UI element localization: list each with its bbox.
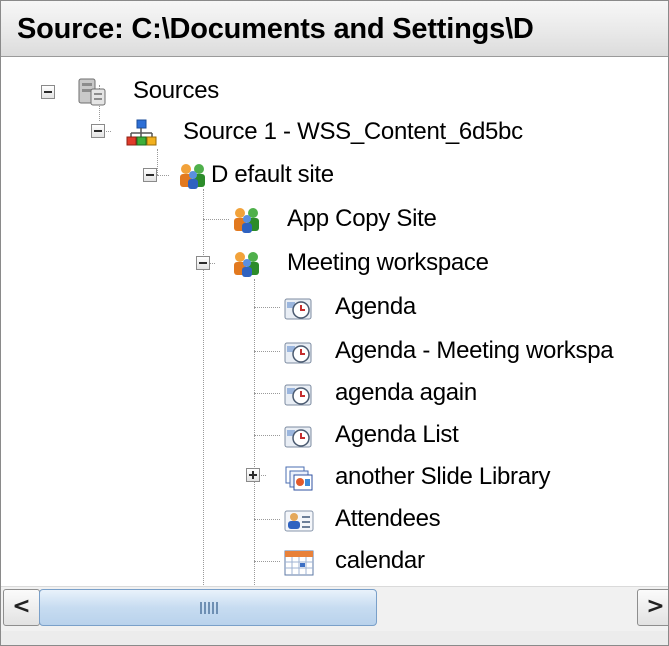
- slide-library-icon: [285, 466, 313, 491]
- scroll-grip-icon: [200, 602, 220, 614]
- panel-header: Source: C:\Documents and Settings\D: [1, 1, 668, 57]
- tree-node-label: Sources: [133, 77, 219, 104]
- source-tree[interactable]: Sources Source 1 - WSS_Content_6d5bc D e…: [1, 57, 668, 585]
- tree-node-label: App Copy Site: [287, 205, 437, 232]
- tree-node-label: Agenda List: [335, 421, 459, 448]
- scroll-left-button[interactable]: <: [3, 589, 40, 626]
- tree-node-label: Source 1 - WSS_Content_6d5bc: [183, 118, 523, 145]
- arrow-right-icon: >: [646, 594, 665, 619]
- tree-node-label: D efault site: [211, 161, 334, 188]
- tree-node-label: calendar: [335, 547, 425, 574]
- site-users-icon: [180, 164, 205, 189]
- tree-node-label: another Slide Library: [335, 463, 551, 490]
- scroll-thumb[interactable]: [39, 589, 377, 626]
- collapse-sources-toggle[interactable]: [41, 85, 55, 99]
- scroll-right-button[interactable]: >: [637, 589, 668, 626]
- server-icon: [78, 78, 106, 106]
- panel-footer: [1, 631, 668, 645]
- network-icon: [126, 119, 157, 146]
- expand-slide-library-toggle[interactable]: [246, 468, 260, 482]
- agenda-list-icon: [284, 342, 312, 364]
- tree-node-label: Attendees: [335, 505, 441, 532]
- tree-node-label: Agenda: [335, 293, 416, 320]
- calendar-icon: [284, 550, 314, 576]
- site-users-icon: [234, 252, 259, 277]
- attendees-icon: [284, 510, 314, 532]
- arrow-left-icon: <: [12, 594, 31, 619]
- agenda-list-icon: [284, 384, 312, 406]
- horizontal-scrollbar[interactable]: < >: [1, 586, 668, 631]
- collapse-source1-toggle[interactable]: [91, 124, 105, 138]
- agenda-list-icon: [284, 298, 312, 320]
- tree-node-label: agenda again: [335, 379, 477, 406]
- collapse-meeting-workspace-toggle[interactable]: [196, 256, 210, 270]
- agenda-list-icon: [284, 426, 312, 448]
- collapse-default-site-toggle[interactable]: [143, 168, 157, 182]
- tree-node-label: Meeting workspace: [287, 249, 489, 276]
- panel-title: Source: C:\Documents and Settings\D: [17, 13, 534, 45]
- site-users-icon: [234, 208, 259, 233]
- source-tree-panel: Source: C:\Documents and Settings\D Sour…: [0, 0, 669, 646]
- tree-node-label: Agenda - Meeting workspa: [335, 337, 614, 364]
